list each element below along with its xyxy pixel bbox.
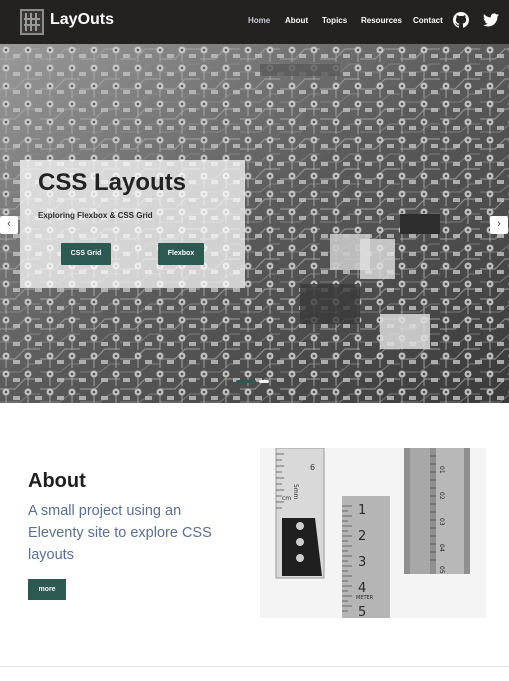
nav-resources[interactable]: Resources [361, 16, 402, 25]
nav-about[interactable]: About [285, 16, 308, 25]
carousel-dot-2[interactable] [259, 380, 269, 383]
section-divider [0, 666, 509, 667]
nav-contact[interactable]: Contact [413, 16, 443, 25]
ruler-num-2: 2 [358, 529, 366, 544]
ruler-num-3: 3 [358, 555, 366, 570]
ruler-label-2: 6 [310, 463, 315, 472]
hero-subtitle: Exploring Flexbox & CSS Grid [38, 211, 153, 220]
ruler-r-3: 03 [438, 518, 445, 526]
ruler-r-1: 01 [438, 466, 445, 474]
rulers-illustration: 5mm 6 cm 1 2 3 4 METER 5 01 02 03 04 05 [275, 448, 470, 618]
ruler-r-2: 02 [438, 492, 445, 500]
nav-home[interactable]: Home [248, 16, 270, 25]
carousel-prev-icon[interactable]: ‹ [0, 216, 18, 234]
about-text: A small project using an Eleventy site t… [28, 503, 212, 563]
css-grid-button[interactable]: CSS Grid [61, 243, 111, 265]
ruler-r-5: 05 [438, 566, 445, 574]
ruler-meter: METER [356, 595, 374, 601]
rulers-image: 5mm 6 cm 1 2 3 4 METER 5 01 02 03 04 05 [260, 448, 486, 618]
flexbox-button[interactable]: Flexbox [158, 243, 204, 265]
logo-icon[interactable] [20, 9, 44, 35]
ruler-num-4: 4 [358, 581, 366, 596]
site-header: LayOuts Home About Topics Resources Cont… [0, 0, 509, 44]
about-title: About [28, 470, 86, 492]
ruler-label-3: cm [282, 495, 291, 502]
more-button[interactable]: more [28, 579, 66, 600]
ruler-r-4: 04 [438, 544, 445, 552]
twitter-icon[interactable] [483, 12, 499, 28]
ruler-label-1: 5mm [292, 484, 299, 500]
ruler-num-5: 5 [358, 605, 366, 618]
carousel-next-icon[interactable]: › [490, 216, 508, 234]
github-icon[interactable] [453, 12, 469, 28]
hero-title: CSS Layouts [38, 169, 187, 196]
brand-name[interactable]: LayOuts [50, 11, 114, 29]
ruler-num-1: 1 [358, 503, 366, 518]
hero-card: CSS Layouts Exploring Flexbox & CSS Grid… [20, 160, 245, 288]
nav-topics[interactable]: Topics [322, 16, 347, 25]
hero-carousel: CSS Layouts Exploring Flexbox & CSS Grid… [0, 44, 509, 403]
carousel-dot-1[interactable] [236, 380, 256, 383]
